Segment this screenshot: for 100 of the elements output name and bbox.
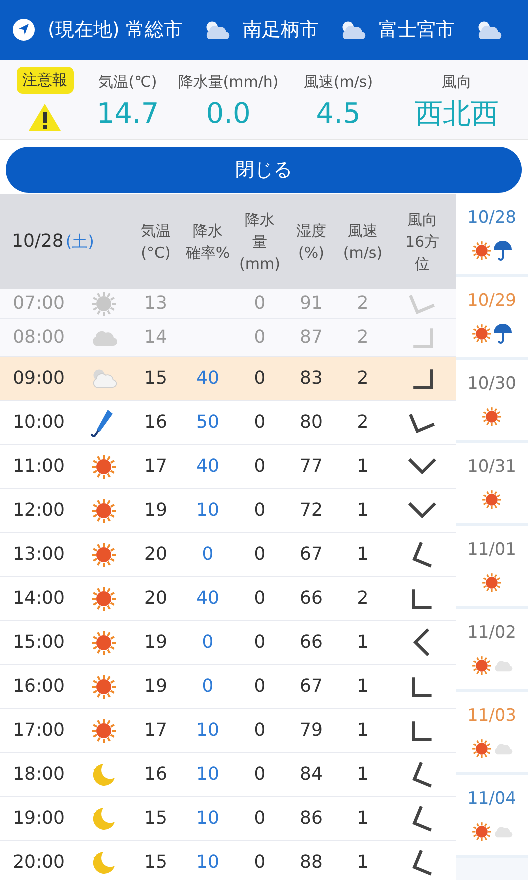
precipitation-chance-cell-text: 10: [196, 763, 220, 787]
precipitation-amount-cell-text: 0: [253, 851, 267, 875]
temperature-cell-text: 13: [144, 292, 168, 316]
precipitation-chance-cell-text: 0: [201, 543, 215, 567]
time-cell-text: 19:00: [12, 807, 66, 831]
temperature-cell-text: 20: [144, 543, 168, 567]
reading-label: 気温(℃): [98, 72, 158, 94]
precipitation-amount-cell-text: 0: [253, 411, 267, 435]
humidity-cell-text: 91: [299, 292, 324, 316]
temperature-cell-text: 15: [144, 851, 168, 875]
precipitation-amount-cell-text: 0: [253, 499, 267, 523]
time-cell-text: 12:00: [12, 499, 66, 523]
humidity-cell-text: 87: [299, 326, 324, 350]
column-header: 位: [415, 254, 430, 274]
precipitation-amount-cell-text: 0: [253, 326, 267, 350]
temperature-cell-text: 17: [144, 719, 168, 743]
wind-speed-cell-text: 1: [356, 455, 370, 479]
temperature-cell-text: 19: [144, 631, 168, 655]
humidity-cell-text: 66: [299, 631, 324, 655]
day-date: 10/30: [468, 373, 516, 396]
precipitation-chance-cell-text: 10: [196, 719, 220, 743]
humidity-cell-text: 66: [299, 587, 324, 611]
precipitation-amount-cell-text: 0: [253, 719, 267, 743]
advisory-badge: 注意報: [16, 67, 74, 94]
wind-speed-cell-text: 1: [356, 631, 370, 655]
column-header: 16方: [405, 232, 440, 252]
wind-speed-cell-text: 1: [356, 675, 370, 699]
location-tab[interactable]: 南足柄市: [202, 16, 319, 44]
time-cell-text: 07:00: [12, 292, 66, 316]
humidity-cell-text: 88: [299, 851, 324, 875]
temperature-cell-text: 19: [144, 499, 168, 523]
day-card[interactable]: 10/30: [456, 360, 528, 443]
precipitation-amount-cell-text: 0: [253, 631, 267, 655]
humidity-cell-text: 67: [299, 543, 324, 567]
time-cell-text: 11:00: [12, 455, 66, 479]
precipitation-amount-cell-text: 0: [253, 587, 267, 611]
reading-label: 降水量(mm/h): [178, 72, 279, 94]
wind-speed-cell-text: 1: [356, 499, 370, 523]
day-card[interactable]: 11/03: [456, 692, 528, 775]
column-header: 風向: [408, 210, 438, 230]
column-header: (°C): [141, 242, 171, 264]
temperature-cell-text: 15: [144, 367, 168, 391]
location-tab[interactable]: 富士宮市: [338, 16, 455, 44]
reading-value: 西北西: [415, 100, 499, 128]
column-header: 気温: [141, 220, 171, 242]
column-header: 確率%: [186, 242, 230, 264]
precipitation-chance-cell-text: 10: [196, 851, 220, 875]
time-cell-text: 09:00: [12, 367, 66, 391]
precipitation-chance-cell-text: 10: [196, 807, 220, 831]
humidity-cell-text: 72: [299, 499, 324, 523]
wind-speed-cell-text: 1: [356, 543, 370, 567]
day-date: 11/03: [468, 705, 516, 728]
humidity-cell-text: 84: [299, 763, 324, 787]
temperature-cell-text: 16: [144, 763, 168, 787]
precipitation-amount-cell-text: 0: [253, 455, 267, 479]
temperature-cell-text: 17: [144, 455, 168, 479]
column-header: 降水: [245, 210, 275, 230]
temperature-cell-text: 19: [144, 675, 168, 699]
precipitation-amount-cell-text: 0: [253, 292, 267, 316]
humidity-cell-text: 86: [299, 807, 324, 831]
wind-speed-cell-text: 2: [356, 367, 370, 391]
day-date: 10/28: [468, 207, 516, 230]
column-header: 湿度: [296, 220, 326, 242]
day-card[interactable]: 11/02: [456, 609, 528, 692]
time-cell-text: 13:00: [12, 543, 66, 567]
weekday-label: (土): [66, 231, 94, 253]
precipitation-amount-cell-text: 0: [253, 675, 267, 699]
wind-speed-cell-text: 2: [356, 411, 370, 435]
humidity-cell-text: 79: [299, 719, 324, 743]
location-tab[interactable]: (現在地) 常総市: [12, 16, 183, 44]
time-cell-text: 14:00: [12, 587, 66, 611]
day-card[interactable]: 10/31: [456, 443, 528, 526]
time-cell-text: 15:00: [12, 631, 66, 655]
column-header: (m/s): [343, 242, 383, 264]
temperature-cell-text: 16: [144, 411, 168, 435]
close-button[interactable]: 閉じる: [6, 147, 522, 193]
column-header: 降水: [193, 220, 223, 242]
temperature-cell-text: 15: [144, 807, 168, 831]
time-cell-text: 16:00: [12, 675, 66, 699]
day-card[interactable]: 11/01: [456, 526, 528, 609]
reading-value: 4.5: [316, 100, 361, 128]
temperature-cell-text: 20: [144, 587, 168, 611]
day-card[interactable]: 10/29: [456, 277, 528, 360]
time-cell-text: 08:00: [12, 326, 66, 350]
reading-label: 風速(m/s): [304, 72, 374, 94]
precipitation-amount-cell-text: 0: [253, 763, 267, 787]
temperature-cell-text: 14: [144, 326, 168, 350]
day-card[interactable]: 11/04: [456, 775, 528, 858]
column-header: 風速: [348, 220, 378, 242]
day-date: 11/01: [468, 539, 516, 562]
humidity-cell-text: 77: [299, 455, 324, 479]
wind-speed-cell-text: 2: [356, 326, 370, 350]
column-header: (%): [298, 242, 324, 264]
reading-value: 14.7: [96, 100, 160, 128]
day-card[interactable]: 10/28: [456, 194, 528, 277]
precipitation-chance-cell-text: 40: [196, 587, 220, 611]
day-date: 10/31: [468, 456, 516, 480]
wind-speed-cell-text: 1: [356, 763, 370, 787]
precipitation-chance-cell-text: 40: [196, 455, 220, 479]
wind-speed-cell-text: 1: [356, 807, 370, 831]
